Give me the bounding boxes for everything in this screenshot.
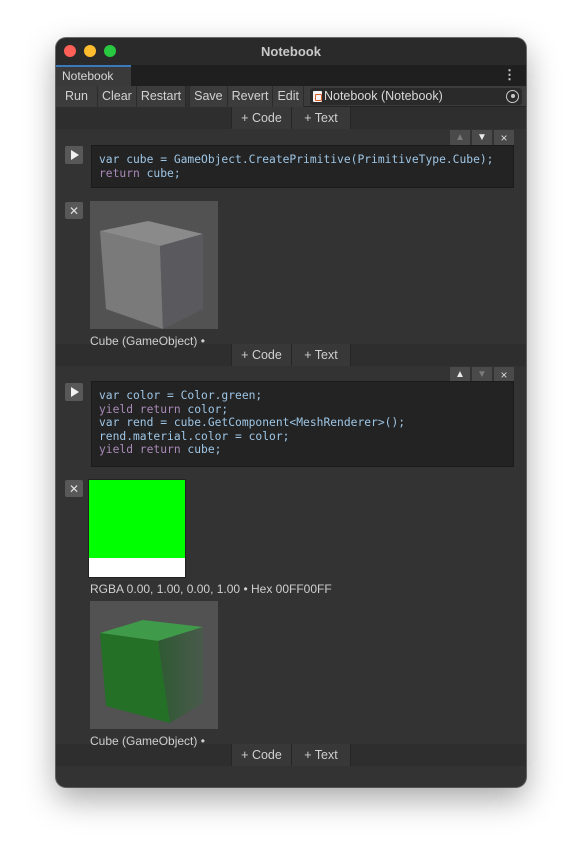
title-bar: Notebook [56,38,526,65]
swatch-color [89,480,185,558]
object-picker-icon[interactable] [506,89,519,103]
green-cube-icon [100,620,203,723]
run-button[interactable]: Run [56,85,98,107]
add-text-button[interactable]: + Text [291,744,351,766]
code-line: yield return cube; [99,443,222,456]
zoom-window-button[interactable] [104,45,116,57]
toolbar: Run Clear Restart Save Revert Edit Noteb… [56,85,526,107]
code-cell: ▲ ▼ × var cube = GameObject.CreatePrimit… [56,129,526,348]
move-up-icon[interactable]: ▲ [450,367,470,382]
code-line: var cube = GameObject.CreatePrimitive(Pr… [99,153,494,166]
kebab-menu-icon[interactable]: ⋮ [503,67,516,83]
move-down-icon[interactable]: ▼ [472,130,492,145]
add-text-button[interactable]: + Text [291,344,351,366]
code-editor[interactable]: var cube = GameObject.CreatePrimitive(Pr… [91,145,514,188]
code-editor[interactable]: var color = Color.green; yield return co… [91,381,514,467]
run-cell-button[interactable] [65,383,83,401]
color-swatch [88,479,186,578]
tab-bar: Notebook ⋮ [56,65,526,86]
close-window-button[interactable] [64,45,76,57]
gray-cube-icon [100,221,203,329]
swatch-alpha-bar [89,558,185,577]
delete-cell-icon[interactable]: × [494,367,514,382]
move-up-icon[interactable]: ▲ [450,130,470,145]
add-code-button[interactable]: + Code [231,344,291,366]
tab-notebook[interactable]: Notebook [56,65,131,86]
code-cell: ▲ ▼ × var color = Color.green; yield ret… [56,366,526,748]
add-code-button[interactable]: + Code [231,744,291,766]
restart-button[interactable]: Restart [136,85,187,107]
cube-preview-green [90,601,218,729]
clear-button[interactable]: Clear [97,85,137,107]
clear-output-icon[interactable]: ✕ [65,202,83,219]
revert-button[interactable]: Revert [227,85,274,107]
code-line: var rend = cube.GetComponent<MeshRendere… [99,416,406,429]
run-cell-button[interactable] [65,146,83,164]
cell-controls: ▲ ▼ × [450,130,514,145]
window-title: Notebook [261,44,321,59]
code-line: yield return color; [99,402,229,416]
notebook-asset-field[interactable]: Notebook (Notebook) [309,87,522,105]
cell-controls: ▲ ▼ × [450,367,514,382]
notebook-asset-icon [312,90,322,102]
color-caption: RGBA 0.00, 1.00, 0.00, 1.00 • Hex 00FF00… [90,582,332,596]
move-down-icon[interactable]: ▼ [472,367,492,382]
minimize-window-button[interactable] [84,45,96,57]
delete-cell-icon[interactable]: × [494,130,514,145]
object-caption: Cube (GameObject) • [90,334,205,348]
add-code-button[interactable]: + Code [231,107,291,129]
clear-output-icon[interactable]: ✕ [65,480,83,497]
notebook-window: Notebook Notebook ⋮ Run Clear Restart Sa… [56,38,526,787]
save-button[interactable]: Save [190,85,228,107]
asset-field-value: Notebook (Notebook) [323,89,443,103]
cube-preview-gray [90,201,218,329]
code-line: var color = Color.green; [99,389,263,402]
code-line: return cube; [99,166,181,180]
object-caption: Cube (GameObject) • [90,734,205,748]
add-text-button[interactable]: + Text [291,107,351,129]
edit-button[interactable]: Edit [273,85,304,107]
code-line: rend.material.color = color; [99,429,290,443]
window-controls [64,45,116,57]
add-cell-bar: + Code + Text [56,107,526,129]
